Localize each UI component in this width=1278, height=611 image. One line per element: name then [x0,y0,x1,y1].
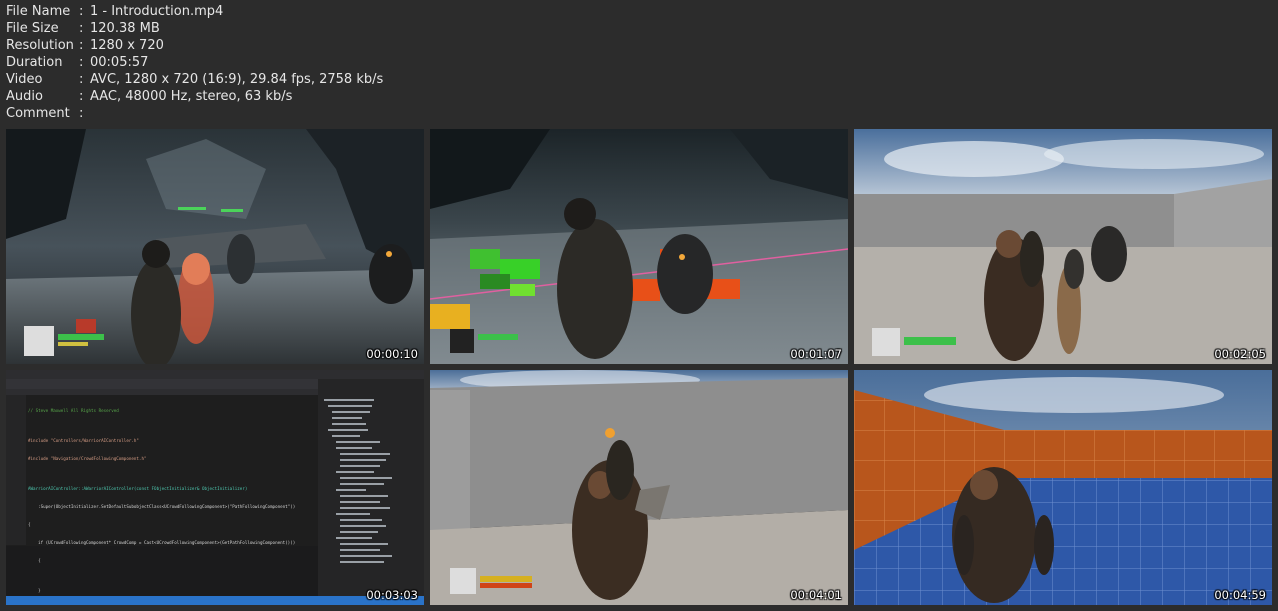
scene-grey-arena [854,129,1272,364]
info-key: Comment [6,106,70,121]
thumbnail-timestamp: 00:03:03 [366,588,418,602]
file-info-row: Resolution:1280 x 720 [6,37,383,54]
solution-explorer-tree [324,399,392,563]
scene-grey-arena-attack [430,370,848,605]
file-info-row: File Name:1 - Introduction.mp4 [6,3,383,20]
thumbnail-timestamp: 00:04:01 [790,588,842,602]
video-thumbnail-4[interactable]: // Steve Maxwell All Rights Reserved #in… [6,370,424,605]
video-thumbnail-2[interactable]: 00:01:07 [430,129,848,364]
info-separator: : [79,38,84,53]
info-separator: : [79,106,84,121]
info-key: Resolution [6,38,74,53]
info-value: AAC, 48000 Hz, stereo, 63 kb/s [90,89,293,104]
code-line: } [28,588,41,593]
thumbnail-timestamp: 00:00:10 [366,347,418,361]
file-info-row: Video: AVC, 1280 x 720 (16:9), 29.84 fps,… [6,71,383,88]
code-line: { [28,522,31,527]
code-line: #include "Navigation/CrowdFollowingCompo… [28,456,147,461]
info-separator: : [79,89,84,104]
code-line: // Steve Maxwell All Rights Reserved [28,408,119,413]
code-line: #include "Controllers/WarriorAIControlle… [28,438,139,443]
video-thumbnail-6[interactable]: 00:04:59 [854,370,1272,605]
file-info-row: File Size:120.38 MB [6,20,383,37]
info-separator: : [79,55,84,70]
code-line: AWarriorAIController::AWarriorAIControll… [28,486,248,491]
info-value: 00:05:57 [90,55,149,70]
thumbnail-timestamp: 00:02:05 [1214,347,1266,361]
video-thumbnail-5[interactable]: 00:04:01 [430,370,848,605]
info-separator: : [79,4,84,19]
scene-orange-arena [854,370,1272,605]
info-value: 1280 x 720 [90,38,164,53]
info-value: AVC, 1280 x 720 (16:9), 29.84 fps, 2758 … [90,72,384,87]
info-value: 120.38 MB [90,21,160,36]
thumbnail-timestamp: 00:01:07 [790,347,842,361]
scene-navmesh [430,129,848,364]
code-lines: // Steve Maxwell All Rights Reserved #in… [28,396,295,605]
info-separator: : [79,72,84,87]
info-key: File Size [6,21,59,36]
video-thumbnail-3[interactable]: 00:02:05 [854,129,1272,364]
info-key: Audio [6,89,43,104]
video-thumbnail-1[interactable]: 00:00:10 [6,129,424,364]
info-separator: : [79,21,84,36]
scene-dark-cave [6,129,424,364]
info-key: Video [6,72,43,87]
file-info-panel: File Name:1 - Introduction.mp4 File Size… [6,3,383,122]
code-line: :Super(ObjectInitializer.SetDefaultSubob… [28,504,296,509]
info-key: Duration [6,55,63,70]
info-value: 1 - Introduction.mp4 [90,4,224,19]
code-line: if (UCrowdFollowingComponent* CrowdComp … [28,540,296,545]
code-line: { [28,558,41,563]
info-key: File Name [6,4,71,19]
file-info-row: Comment: [6,105,383,122]
file-info-row: Audio: AAC, 48000 Hz, stereo, 63 kb/s [6,88,383,105]
file-info-row: Duration:00:05:57 [6,54,383,71]
thumbnail-timestamp: 00:04:59 [1214,588,1266,602]
